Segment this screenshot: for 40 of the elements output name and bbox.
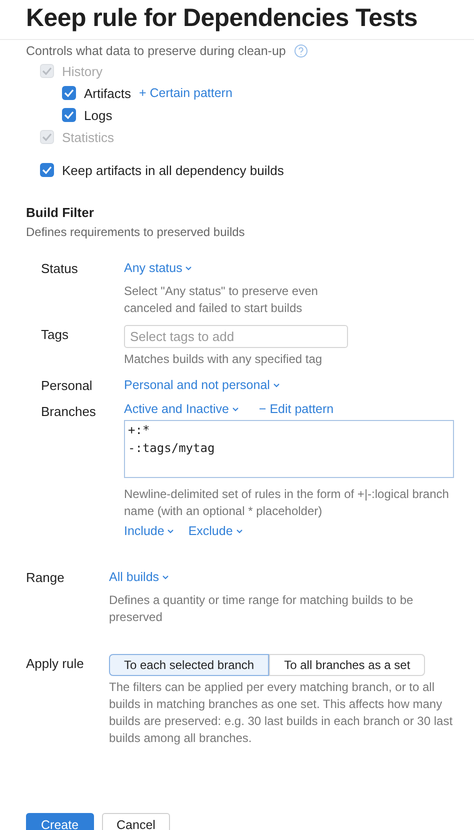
field-label: Tags	[41, 326, 70, 342]
chevron-down-icon	[162, 574, 170, 580]
section-heading: Build Filter	[26, 205, 95, 220]
field-label: Status	[41, 260, 79, 276]
checkbox-label: Logs	[84, 108, 112, 122]
checkbox-label: Statistics	[62, 130, 114, 144]
chevron-down-icon	[236, 528, 243, 534]
help-text: Matches builds with any specified tag	[124, 351, 324, 368]
tags-field[interactable]: Select tags to add	[124, 325, 348, 348]
help-text: Select "Any status" to preserve even canceled and failed to start builds	[124, 283, 319, 317]
create-button[interactable]: Create	[26, 813, 94, 830]
field-label: Apply rule	[26, 655, 85, 671]
dropdown-link[interactable]: Include	[124, 524, 174, 538]
dropdown-link[interactable]: Exclude	[188, 524, 243, 538]
chevron-down-icon	[167, 528, 174, 534]
field-label: Personal	[41, 377, 94, 393]
checkbox-label: Artifacts	[84, 86, 131, 100]
dropdown-link[interactable]: All builds	[109, 570, 170, 584]
help-text: The filters can be applied per every matching branch, or to all builds in matching branches as one set. This affects how many builds are preserved: e.g. 30 last builds in each branch or 30 last builds among all branches.	[109, 679, 454, 747]
subtitle: Controls what data to preserve during clean-up	[26, 44, 286, 58]
chevron-down-icon	[185, 266, 192, 270]
help-text: Defines a quantity or time range for matching builds to be preserved	[109, 592, 414, 626]
field-label: Range	[26, 569, 66, 585]
segment-option[interactable]: To each selected branch	[109, 654, 270, 676]
checkbox-label: History	[62, 64, 102, 78]
checkbox[interactable]	[40, 163, 54, 177]
chevron-down-icon	[232, 406, 239, 412]
dropdown-link[interactable]: Personal and not personal	[124, 378, 280, 392]
field-label: Branches	[41, 403, 97, 419]
checkbox-label: Keep artifacts in all dependency builds	[62, 162, 284, 178]
pattern-field[interactable]: +:* -:tags/mytag	[124, 420, 454, 478]
chevron-down-icon	[272, 382, 280, 388]
segment-option[interactable]: To all branches as a set	[269, 654, 426, 676]
dropdown-link[interactable]: Any status	[124, 261, 192, 275]
section-description: Defines requirements to preserved builds	[26, 225, 246, 239]
edit-pattern-link[interactable]: − Edit pattern	[258, 402, 334, 416]
cancel-button[interactable]: Cancel	[102, 813, 170, 830]
help-text: Newline-delimited set of rules in the form of +|-:logical branch name (with an optional * placeholder)	[124, 486, 450, 520]
page-title: Keep rule for Dependencies Tests	[0, 0, 474, 40]
dropdown-link[interactable]: Active and Inactive	[124, 402, 239, 416]
